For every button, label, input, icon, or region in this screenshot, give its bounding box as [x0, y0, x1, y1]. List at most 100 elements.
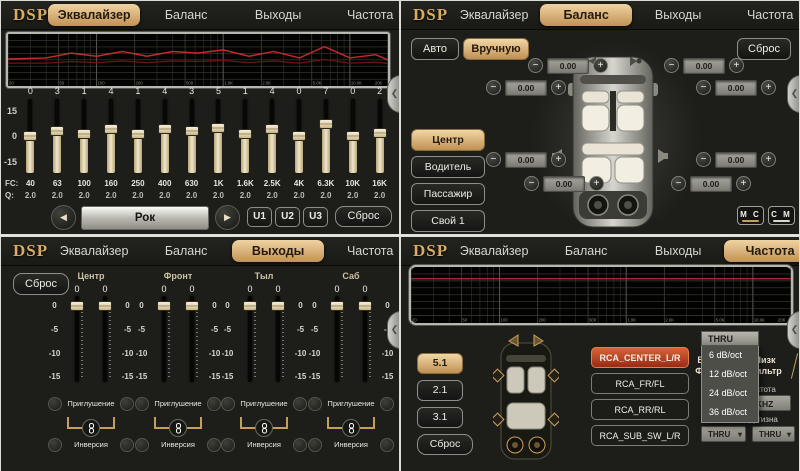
rca-button-0[interactable]: RCA_CENTER_L/R — [591, 347, 689, 368]
drawer-handle[interactable]: ❮ — [787, 75, 800, 113]
decrease-button[interactable]: − — [486, 80, 501, 95]
slope-option-0[interactable]: 6 dB/oct — [702, 346, 758, 365]
output-slider-knob[interactable] — [330, 301, 344, 311]
eq-band-slider[interactable] — [77, 99, 91, 173]
output-slider-knob[interactable] — [243, 301, 257, 311]
mute-toggle-left[interactable] — [221, 397, 235, 411]
link-channels-button[interactable] — [82, 419, 100, 437]
drawer-handle[interactable]: ❮ — [387, 75, 400, 113]
mc-button[interactable]: M C — [737, 206, 764, 225]
increase-button[interactable]: + — [729, 58, 744, 73]
eq-slider-knob[interactable] — [265, 124, 279, 134]
output-level-slider[interactable] — [358, 296, 372, 382]
link-channels-button[interactable] — [169, 419, 187, 437]
output-slider-knob[interactable] — [70, 301, 84, 311]
eq-slider-knob[interactable] — [346, 131, 360, 141]
decrease-button[interactable]: − — [528, 58, 543, 73]
slope-option-1[interactable]: 12 dB/oct — [702, 365, 758, 384]
increase-button[interactable]: + — [736, 176, 751, 191]
output-slider-knob[interactable] — [157, 301, 171, 311]
preset-prev-button[interactable]: ◀ — [51, 205, 76, 230]
decrease-button[interactable]: − — [696, 152, 711, 167]
balance-preset-1[interactable]: Водитель — [411, 156, 485, 178]
eq-band-slider[interactable] — [104, 99, 118, 173]
tab-equalizer[interactable]: Эквалайзер — [48, 4, 140, 26]
eq-band-slider[interactable] — [158, 99, 172, 173]
mute-toggle-left[interactable] — [308, 397, 322, 411]
preset-display[interactable]: Рок — [81, 206, 209, 230]
tab-frequency[interactable]: Частота — [724, 240, 800, 262]
balance-preset-0[interactable]: Центр — [411, 129, 485, 151]
eq-slider-knob[interactable] — [23, 131, 37, 141]
inversion-toggle-right[interactable] — [207, 438, 221, 452]
eq-band-slider[interactable] — [211, 99, 225, 173]
eq-slider-knob[interactable] — [319, 119, 333, 129]
mute-toggle-left[interactable] — [48, 397, 62, 411]
link-channels-button[interactable] — [255, 419, 273, 437]
eq-band-slider[interactable] — [238, 99, 252, 173]
output-level-slider[interactable] — [70, 296, 84, 382]
tab-equalizer[interactable]: Эквалайзер — [448, 240, 540, 262]
eq-slider-knob[interactable] — [238, 129, 252, 139]
config-button-2-1[interactable]: 2.1 — [417, 380, 463, 401]
increase-button[interactable]: + — [551, 80, 566, 95]
slope-select-left[interactable]: THRU — [701, 426, 746, 442]
balance-manual-button[interactable]: Вручную — [463, 38, 529, 60]
eq-band-slider[interactable] — [131, 99, 145, 173]
inversion-toggle-left[interactable] — [308, 438, 322, 452]
balance-auto-button[interactable]: Авто — [411, 38, 459, 60]
slope-option-2[interactable]: 24 dB/oct — [702, 384, 758, 403]
mute-toggle-right[interactable] — [120, 397, 134, 411]
inversion-toggle-right[interactable] — [380, 438, 394, 452]
tab-balance[interactable]: Баланс — [140, 4, 232, 26]
eq-band-slider[interactable] — [292, 99, 306, 173]
balance-preset-2[interactable]: Пассажир — [411, 183, 485, 205]
output-slider-knob[interactable] — [98, 301, 112, 311]
rca-button-1[interactable]: RCA_FR/FL — [591, 373, 689, 394]
tab-frequency[interactable]: Частота — [324, 240, 400, 262]
output-level-slider[interactable] — [243, 296, 257, 382]
preset-next-button[interactable]: ▶ — [215, 205, 240, 230]
tab-outputs[interactable]: Выходы — [632, 240, 724, 262]
output-slider-knob[interactable] — [271, 301, 285, 311]
mute-toggle-right[interactable] — [207, 397, 221, 411]
tab-balance[interactable]: Баланс — [540, 240, 632, 262]
eq-slider-knob[interactable] — [104, 124, 118, 134]
increase-button[interactable]: + — [593, 58, 608, 73]
output-level-slider[interactable] — [330, 296, 344, 382]
mute-toggle-right[interactable] — [293, 397, 307, 411]
eq-band-slider[interactable] — [319, 99, 333, 173]
eq-band-slider[interactable] — [373, 99, 387, 173]
memory-button-u3[interactable]: U3 — [303, 207, 328, 227]
output-slider-knob[interactable] — [185, 301, 199, 311]
eq-band-slider[interactable] — [23, 99, 37, 173]
eq-band-slider[interactable] — [265, 99, 279, 173]
tab-outputs[interactable]: Выходы — [232, 240, 324, 262]
tab-balance[interactable]: Баланс — [140, 240, 232, 262]
decrease-button[interactable]: − — [696, 80, 711, 95]
rca-button-2[interactable]: RCA_RR/RL — [591, 399, 689, 420]
memory-button-u1[interactable]: U1 — [247, 207, 272, 227]
tab-outputs[interactable]: Выходы — [632, 4, 724, 26]
eq-slider-knob[interactable] — [185, 126, 199, 136]
frequency-reset-button[interactable]: Сброс — [417, 434, 473, 455]
inversion-toggle-left[interactable] — [48, 438, 62, 452]
tab-frequency[interactable]: Частота — [324, 4, 400, 26]
memory-button-u2[interactable]: U2 — [275, 207, 300, 227]
increase-button[interactable]: + — [761, 80, 776, 95]
tab-equalizer[interactable]: Эквалайзер — [448, 4, 540, 26]
slope-dropdown-selected[interactable]: THRU — [701, 331, 759, 346]
output-level-slider[interactable] — [185, 296, 199, 382]
output-level-slider[interactable] — [271, 296, 285, 382]
increase-button[interactable]: + — [551, 152, 566, 167]
config-button-3-1[interactable]: 3.1 — [417, 407, 463, 428]
decrease-button[interactable]: − — [664, 58, 679, 73]
drawer-handle[interactable]: ❮ — [387, 311, 400, 349]
eq-slider-knob[interactable] — [50, 126, 64, 136]
link-channels-button[interactable] — [342, 419, 360, 437]
output-level-slider[interactable] — [157, 296, 171, 382]
tab-outputs[interactable]: Выходы — [232, 4, 324, 26]
slope-select-right[interactable]: THRU — [752, 426, 795, 442]
rca-button-3[interactable]: RCA_SUB_SW_L/R — [591, 425, 689, 446]
decrease-button[interactable]: − — [671, 176, 686, 191]
